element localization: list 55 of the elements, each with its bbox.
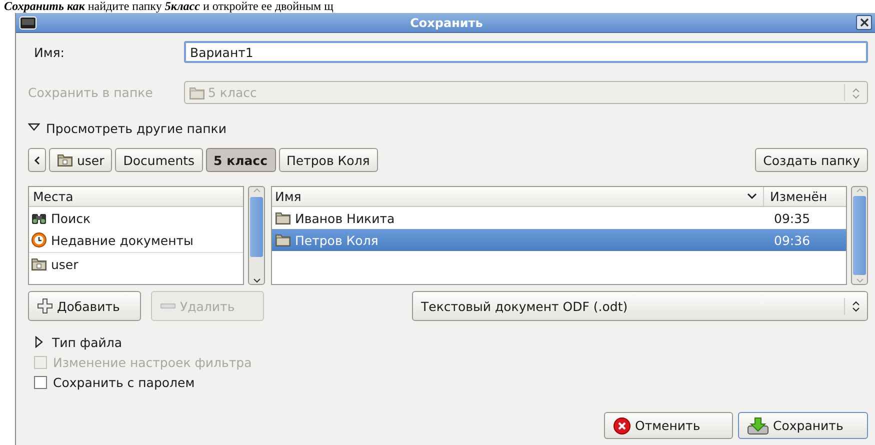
- file-name: Петров Коля: [295, 232, 378, 248]
- add-button[interactable]: Добавить: [28, 291, 141, 321]
- scrollbar[interactable]: [248, 186, 265, 285]
- path-button[interactable]: user: [49, 148, 112, 172]
- checkbox-label: Изменение настроек фильтра: [53, 354, 252, 370]
- document-text: Сохранить как найдите папку 5класс и откройте ее двойным щ: [4, 0, 334, 13]
- minus-icon: [160, 303, 176, 309]
- file-name: Иванов Никита: [295, 210, 395, 226]
- places-item[interactable]: Поиск: [29, 207, 243, 229]
- column-header[interactable]: Изменён: [764, 189, 846, 204]
- expander-label[interactable]: Тип файла: [52, 334, 122, 350]
- cancel-button[interactable]: Отменить: [604, 412, 733, 439]
- folder-icon: [275, 233, 291, 247]
- scrollbar[interactable]: [851, 186, 868, 285]
- column-header[interactable]: Места: [29, 189, 78, 204]
- column-header[interactable]: Имя: [275, 189, 302, 204]
- cancel-icon: [613, 416, 631, 434]
- path-button[interactable]: Петров Коля: [278, 148, 378, 172]
- sort-chevron-icon: [747, 193, 757, 200]
- checkbox[interactable]: [34, 376, 47, 388]
- modified-time: 09:35: [773, 210, 812, 226]
- up-down-arrows-icon: [852, 86, 860, 98]
- create-folder-button[interactable]: Создать папку: [755, 148, 868, 172]
- close-button[interactable]: [856, 15, 872, 30]
- clock-icon: [31, 232, 47, 248]
- places-item[interactable]: user: [29, 252, 243, 275]
- scroll-up-icon: [252, 187, 260, 193]
- modified-time: 09:36: [773, 232, 812, 248]
- field-label: Имя:: [33, 44, 66, 60]
- checkbox-label: Сохранить с паролем: [53, 374, 195, 390]
- file-type-dropdown[interactable]: Текстовый документ ODF (.odt): [412, 291, 868, 321]
- scroll-up-icon: [856, 187, 864, 193]
- folder-icon: [275, 211, 291, 225]
- close-icon: [860, 18, 868, 27]
- scroll-down-icon: [252, 278, 260, 284]
- expander-label[interactable]: Просмотреть другие папки: [46, 120, 226, 136]
- save-button[interactable]: Сохранить: [738, 412, 868, 439]
- save-icon: [747, 416, 769, 434]
- binoculars-icon: [31, 211, 47, 225]
- scroll-down-icon: [856, 278, 864, 284]
- window-icon: [19, 16, 37, 30]
- home-folder-icon: [31, 257, 47, 271]
- path-button[interactable]: 5 класс: [206, 148, 276, 172]
- home-folder-icon: [57, 153, 73, 167]
- folder-icon: [189, 86, 205, 100]
- back-button[interactable]: [28, 148, 46, 172]
- plus-icon: [37, 298, 53, 314]
- field-label: Сохранить в папке: [28, 85, 154, 100]
- places-item[interactable]: Недавние документы: [29, 229, 243, 251]
- window-title: Сохранить: [409, 16, 484, 30]
- chevron-left-icon: [34, 156, 40, 164]
- up-down-arrows-icon: [852, 300, 860, 312]
- name-input-field[interactable]: Вариант1: [184, 41, 868, 63]
- path-button[interactable]: Documents: [115, 148, 203, 172]
- file-row[interactable]: Иванов Никита 09:35: [272, 207, 846, 229]
